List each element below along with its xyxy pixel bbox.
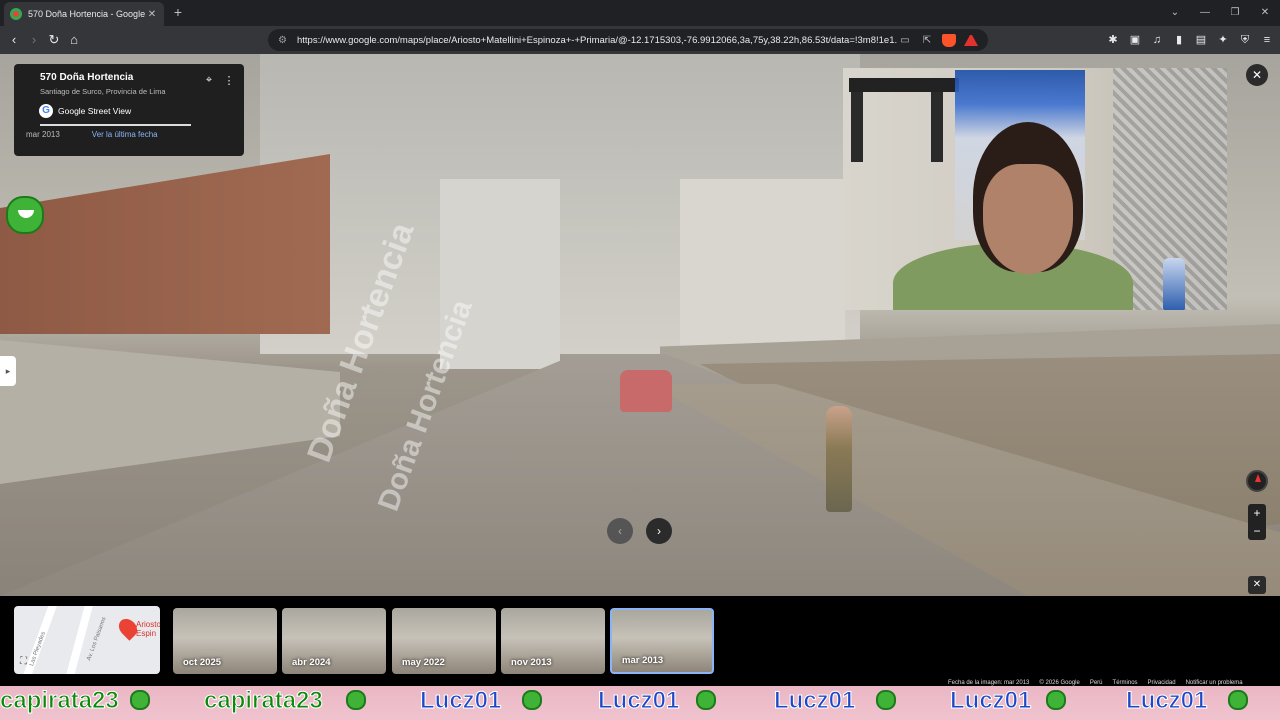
chat-emote-icon (6, 196, 44, 234)
location-info-card: 570 Doña Hortencia Santiago de Surco, Pr… (14, 64, 244, 156)
timeline-date: mar 2013 (622, 655, 664, 666)
chat-username: Lucz01 (773, 687, 856, 715)
site-info-icon[interactable]: ⚙ (278, 35, 287, 46)
screen: 570 Doña Hortencia - Google Maps ✕ + ⌄ —… (0, 0, 1280, 720)
brave-shield-icon[interactable] (942, 33, 956, 47)
maps-favicon-icon (10, 8, 22, 20)
cast-icon[interactable]: ▭ (898, 35, 912, 46)
previous-arrow-icon[interactable]: ‹ (607, 518, 633, 544)
chat-emote-icon (1228, 690, 1248, 710)
streamer-face (983, 164, 1073, 274)
parked-car (620, 370, 672, 412)
brave-rewards-icon[interactable] (964, 34, 978, 46)
chat-emote-icon (876, 690, 896, 710)
home-icon[interactable]: ⌂ (66, 32, 82, 48)
zoom-out-icon[interactable]: − (1248, 522, 1266, 540)
timeline-thumb-selected[interactable]: mar 2013 (610, 608, 714, 674)
chat-emote-icon (130, 690, 150, 710)
wallet-icon[interactable]: ▤ (1194, 32, 1208, 48)
close-street-view-icon[interactable]: ✕ (1246, 64, 1268, 86)
minimize-icon[interactable]: — (1190, 0, 1220, 26)
minimap-street-label: Av. Los Paisanos (86, 616, 108, 662)
media-icon[interactable]: ♫ (1150, 32, 1164, 48)
browser-tabbar: 570 Doña Hortencia - Google Maps ✕ + ⌄ —… (0, 0, 1280, 26)
new-tab-icon[interactable]: + (170, 4, 186, 20)
menu-icon[interactable]: ≡ (1260, 32, 1274, 48)
expand-panel-icon[interactable]: ▸ (0, 356, 16, 386)
window-controls: ⌄ — ❐ ✕ (1160, 0, 1280, 26)
info-divider (40, 124, 191, 126)
map-pin-icon[interactable]: ⌖ (202, 74, 216, 88)
timeline-date: abr 2024 (292, 657, 331, 668)
minimap-place-label: Ariosto Espin (136, 620, 160, 638)
tab-google-maps[interactable]: 570 Doña Hortencia - Google Maps ✕ (4, 2, 164, 26)
chat-emote-icon (346, 690, 366, 710)
building-left (0, 154, 330, 334)
water-bottle (1163, 258, 1185, 310)
maximize-icon[interactable]: ❐ (1220, 0, 1250, 26)
timeline-thumb[interactable]: nov 2013 (501, 608, 605, 674)
provider-row: G Google Street View (39, 104, 234, 118)
forward-icon[interactable]: › (26, 32, 42, 48)
extensions-icon[interactable]: ✱ (1106, 32, 1120, 48)
timeline-date: oct 2025 (183, 657, 222, 668)
reader-icon[interactable]: ▣ (1128, 32, 1142, 48)
chat-emote-icon (696, 690, 716, 710)
vpn-icon[interactable]: ⛨ (1238, 32, 1252, 48)
expand-map-icon[interactable]: ⛶ (20, 656, 32, 668)
info-date-row: mar 2013 Ver la última fecha (26, 130, 158, 139)
url-text[interactable]: https://www.google.com/maps/place/Ariost… (297, 35, 898, 46)
chat-username: Lucz01 (949, 687, 1032, 715)
close-timeline-icon[interactable]: ✕ (1248, 576, 1266, 594)
google-logo-icon: G (39, 104, 53, 118)
browser-toolbar: ‹ › ↻ ⌂ ⚙ https://www.google.com/maps/pl… (0, 26, 1280, 54)
minimap-road (61, 606, 95, 674)
chat-username: Lucz01 (1125, 687, 1208, 715)
timeline-date: nov 2013 (511, 657, 552, 668)
timeline-thumb[interactable]: abr 2024 (282, 608, 386, 674)
chat-username: Lucz01 (597, 687, 680, 715)
reload-icon[interactable]: ↻ (46, 32, 62, 48)
leo-icon[interactable]: ✦ (1216, 32, 1230, 48)
chat-username: capirata23 (0, 687, 119, 715)
timeline-thumb[interactable]: oct 2025 (173, 608, 277, 674)
chat-emote-icon (522, 690, 542, 710)
extensions-row: ✱ ▣ ♫ ▮ ▤ ✦ ⛨ ≡ (1106, 32, 1274, 48)
more-options-icon[interactable]: ⋮ (222, 74, 236, 88)
capture-date: mar 2013 (26, 130, 60, 139)
pullup-bar (849, 78, 959, 92)
zoom-in-icon[interactable]: + (1248, 504, 1266, 522)
pullup-bar-strap (851, 92, 863, 162)
tab-search-icon[interactable]: ⌄ (1160, 0, 1190, 26)
provider-label: Google Street View (58, 106, 132, 116)
chat-username: capirata23 (204, 687, 324, 715)
chat-username: Lucz01 (419, 687, 502, 715)
next-arrow-icon[interactable]: › (646, 518, 672, 544)
sidebar-icon[interactable]: ▮ (1172, 32, 1186, 48)
tab-title: 570 Doña Hortencia - Google Maps (28, 9, 146, 19)
tab-close-icon[interactable]: ✕ (146, 9, 158, 20)
time-travel-strip: Las Pleyades Av. Los Paisanos Ariosto Es… (0, 596, 1280, 686)
timeline-thumb[interactable]: may 2022 (392, 608, 496, 674)
mini-map[interactable]: Las Pleyades Av. Los Paisanos Ariosto Es… (14, 606, 160, 674)
timeline-date: may 2022 (402, 657, 445, 668)
location-subtitle: Santiago de Surco, Provincia de Lima (40, 87, 166, 96)
share-icon[interactable]: ⇱ (920, 35, 934, 46)
pullup-bar-strap (931, 92, 943, 162)
webcam-overlay (843, 68, 1227, 310)
pedestrian (826, 406, 852, 512)
address-bar[interactable]: ⚙ https://www.google.com/maps/place/Ario… (268, 29, 988, 51)
zoom-control: + − (1248, 504, 1266, 540)
close-window-icon[interactable]: ✕ (1250, 0, 1280, 26)
back-icon[interactable]: ‹ (6, 32, 22, 48)
building-right (680, 179, 845, 369)
latest-date-link[interactable]: Ver la última fecha (92, 130, 158, 139)
chat-emote-icon (1046, 690, 1066, 710)
compass-icon[interactable] (1246, 470, 1268, 492)
